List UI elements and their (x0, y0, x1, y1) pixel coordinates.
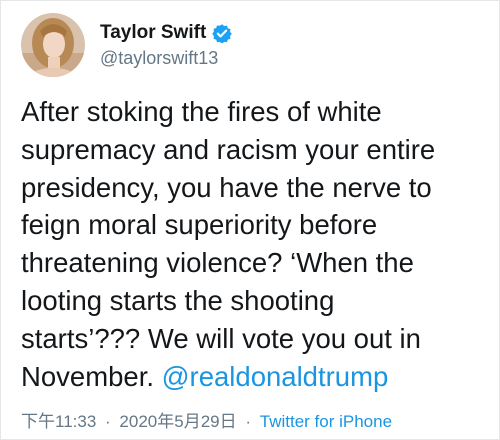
tweet-text-last-line: November. @realdonaldtrump (21, 358, 491, 396)
tweet-text-line: supremacy and racism your entire (21, 133, 436, 165)
tweet-text-line: threatening violence? ‘When the (21, 247, 414, 279)
verified-badge-icon (212, 23, 233, 44)
tweet-text-line: After stoking the fires of white (21, 96, 382, 127)
tweet-date[interactable]: 2020年5月29日 (119, 412, 236, 431)
tweet-header: Taylor Swift @taylorswift13 (21, 13, 233, 77)
tweet-card: Taylor Swift @taylorswift13 After stokin… (0, 0, 500, 440)
tweet-text-line: presidency, you have the nerve to (21, 171, 432, 203)
tweet-source-link[interactable]: Twitter for iPhone (260, 412, 392, 431)
tweet-text-line: looting starts the shooting (21, 284, 335, 316)
meta-separator: · (105, 412, 111, 431)
display-name-row: Taylor Swift (100, 21, 233, 45)
meta-separator: · (245, 412, 252, 431)
tweet-text: After stoking the fires of white suprema… (21, 93, 491, 395)
user-names: Taylor Swift @taylorswift13 (100, 21, 233, 70)
user-handle[interactable]: @taylorswift13 (100, 46, 232, 70)
avatar[interactable] (21, 13, 85, 77)
tweet-text-line: starts’??? We will vote you out in (21, 322, 421, 354)
tweet-time[interactable]: 下午11:33 (21, 412, 96, 431)
tweet-text-line: feign moral superiority before (21, 209, 378, 241)
tweet-text-line: November. (21, 360, 154, 392)
profile-photo-icon (21, 13, 85, 77)
display-name[interactable]: Taylor Swift (100, 21, 206, 45)
mention-link[interactable]: @realdonaldtrump (162, 361, 389, 392)
tweet-metadata: 下午11:33 · 2020年5月29日 · Twitter for iPhon… (21, 411, 392, 433)
